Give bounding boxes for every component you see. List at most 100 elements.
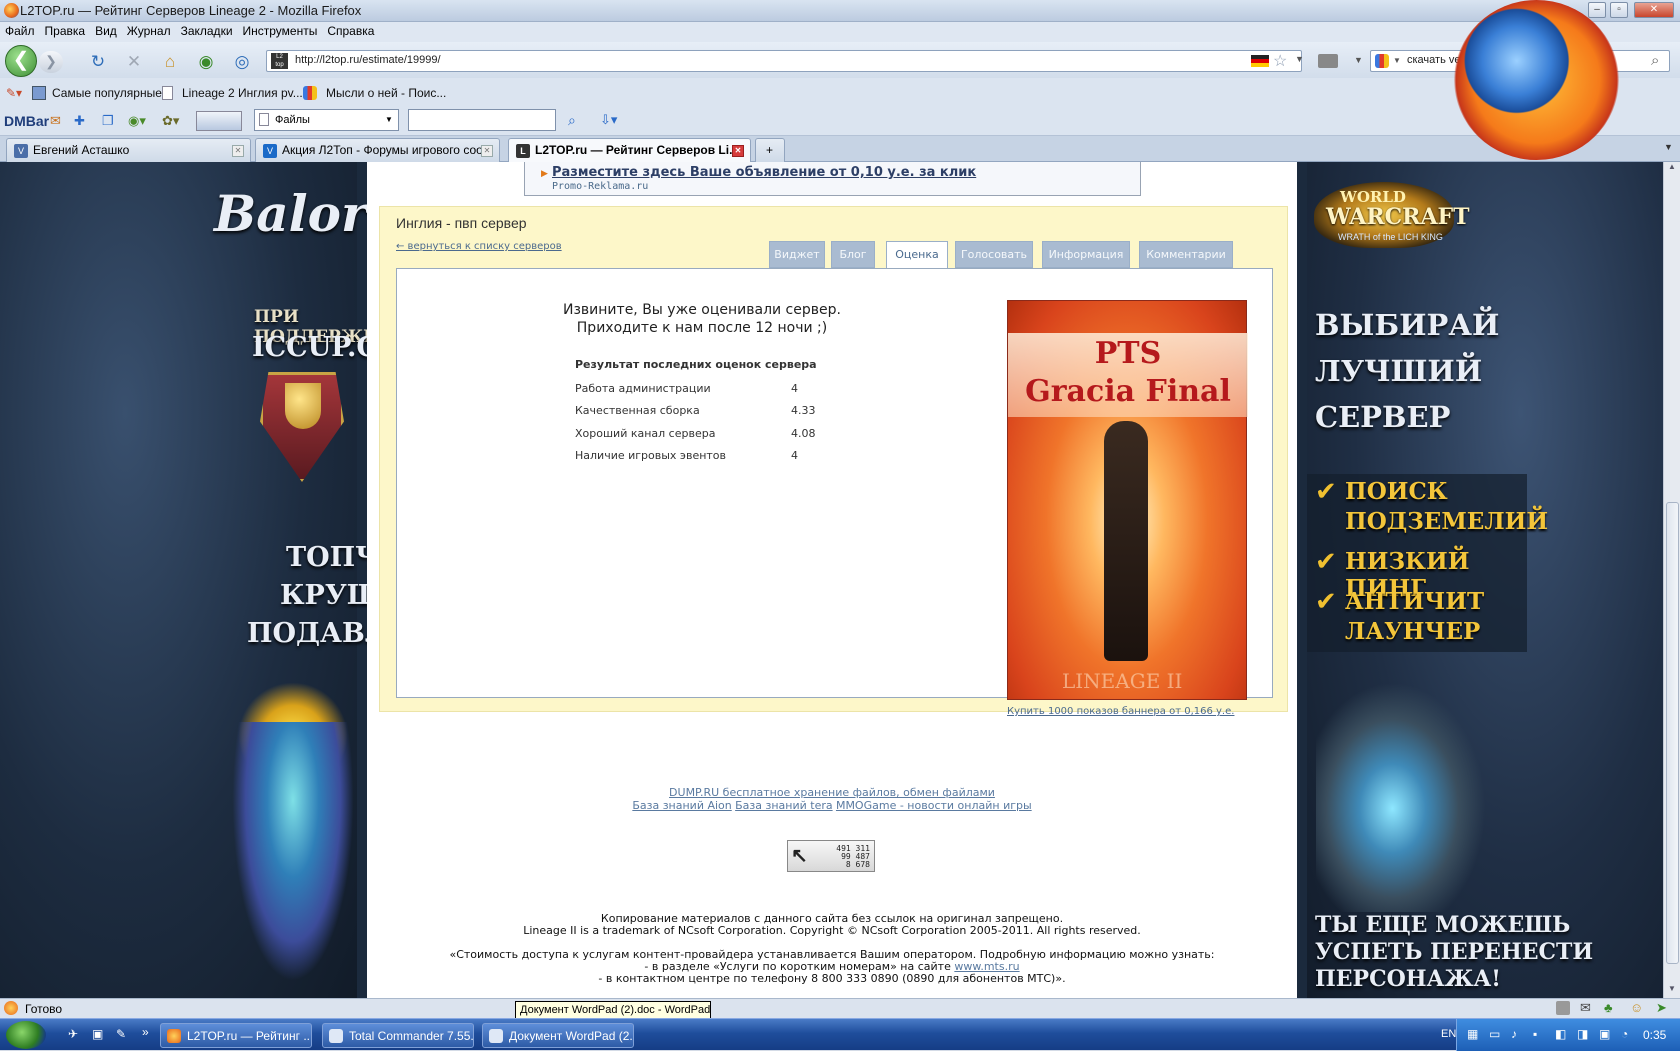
tera-link[interactable]: База знаний tera [735,799,833,812]
tray-icon-4[interactable]: ▪ [1533,1027,1537,1041]
smile-icon[interactable]: ☺ [1630,1000,1643,1015]
close-tab-icon[interactable]: ✕ [732,145,744,157]
menu-tools[interactable]: Инструменты [238,22,323,38]
text-ad[interactable]: ▶ Разместите здесь Ваше объявление от 0,… [524,162,1141,196]
google-icon[interactable] [1375,54,1389,68]
cursor-icon[interactable]: ➤ [1656,1000,1667,1016]
new-tab-button[interactable]: + [755,138,785,162]
addon-status-icon[interactable]: ♣ [1604,1000,1613,1015]
camera-dropdown-icon[interactable]: ▼ [1354,55,1363,65]
bookmark-lineage[interactable]: Lineage 2 Инглия pv... [182,86,303,100]
quicklaunch-icon-2[interactable]: ▣ [92,1027,103,1041]
menu-edit[interactable]: Правка [40,22,91,38]
task-total-commander[interactable]: Total Commander 7.55... [322,1023,474,1048]
dmbar-tool3-icon[interactable]: ❐ [102,113,114,129]
tray-icon-5[interactable]: ◧ [1555,1027,1566,1041]
clock[interactable]: 0:35 [1643,1028,1666,1042]
camera-icon[interactable] [1318,54,1338,68]
tray-icon-monitor[interactable]: ▭ [1489,1027,1500,1041]
scrollbar-thumb[interactable] [1666,502,1679,964]
mmogame-link[interactable]: MMOGame - новости онлайн игры [836,799,1032,812]
menu-bookmarks[interactable]: Закладки [176,22,238,38]
scroll-down-icon[interactable]: ▼ [1668,984,1676,993]
scroll-up-icon[interactable]: ▲ [1668,162,1676,171]
dmbar-category-select[interactable]: Файлы ▼ [254,109,399,131]
dmbar-search-icon[interactable]: ⌕ [568,112,576,129]
ad-source[interactable]: Promo-Reklama.ru [552,181,648,192]
left-ad-banner[interactable]: Balor ПРИ ПОДДЕРЖКЕ ICCUP.COM ТОПЧИ! КРУ… [0,162,450,998]
tab-rating[interactable]: Оценка [886,241,948,269]
task-firefox[interactable]: L2TOP.ru — Рейтинг ... [160,1023,312,1048]
bookmark-tool-icon[interactable]: ✎▾ [6,86,22,100]
tab-forum[interactable]: V Акция Л2Топ - Форумы игрового соо... ✕ [255,138,500,162]
star-icon[interactable]: ☆ [1273,51,1287,71]
tray-icon-7[interactable]: ▣ [1599,1027,1610,1041]
language-indicator[interactable]: EN [1441,1028,1456,1040]
adblock-icon[interactable] [1556,1001,1570,1015]
message-line-1: Извините, Вы уже оценивали сервер. [563,302,841,318]
maximize-button[interactable]: ▫ [1610,2,1628,18]
menu-help[interactable]: Справка [322,22,379,38]
tab-comments[interactable]: Комментарии [1139,241,1233,268]
dmbar-tool4-icon[interactable]: ◉▾ [128,113,146,129]
vertical-scrollbar[interactable]: ▲ ▼ [1663,162,1680,998]
bookmark-most-visited[interactable]: Самые популярные [52,86,162,100]
start-button[interactable] [6,1021,46,1049]
dmbar-tool6-button[interactable] [196,111,242,131]
minimize-button[interactable]: – [1588,2,1606,18]
forward-button[interactable]: ❯ [39,51,63,73]
status-text: Готово [25,1002,63,1016]
menu-file[interactable]: Файл [0,22,40,38]
banner-headline: PTS Gracia Final [1008,333,1248,417]
pts-gracia-banner[interactable]: PTS Gracia Final LINEAGE II [1007,300,1248,700]
tab-list-icon[interactable]: ▼ [1664,142,1673,152]
buy-banner-link[interactable]: Купить 1000 показов баннера от 0,166 у.е… [1007,706,1234,717]
menu-view[interactable]: Вид [90,22,122,38]
tray-icon-network[interactable]: ▦ [1467,1027,1478,1041]
home-icon[interactable]: ⌂ [160,52,180,72]
tab-blog[interactable]: Блог [831,241,875,268]
tab-l2top[interactable]: L L2TOP.ru — Рейтинг Серверов Li... ✕ [508,138,751,163]
page-icon [162,86,173,100]
ad-link[interactable]: Разместите здесь Ваше объявление от 0,10… [552,165,976,180]
dmbar-tool5-icon[interactable]: ✿▾ [162,113,179,129]
swirl-icon[interactable]: ◎ [232,52,252,72]
quicklaunch-icon-1[interactable]: ✈ [68,1027,78,1041]
url-bar[interactable]: L2 top http://l2top.ru/estimate/19999/ ☆ … [266,50,1304,72]
menu-bar: Файл Правка Вид Журнал Закладки Инструменты Сп… [0,22,1680,42]
url-dropdown-icon[interactable]: ▼ [1295,54,1304,64]
bookmark-thoughts[interactable]: Мысли о ней - Поис... [326,86,446,100]
tab-widget[interactable]: Виджет [769,241,825,268]
tab-info[interactable]: Информация [1042,241,1130,268]
dmbar-tool1-icon[interactable]: ✉ [50,113,61,129]
addon-icon[interactable]: ◉ [196,52,216,72]
close-tab-icon[interactable]: ✕ [232,145,244,157]
tray-icon-8[interactable]: ◔ [1621,1027,1628,1041]
reload-icon[interactable]: ↻ [88,52,108,72]
quicklaunch-icon-3[interactable]: ✎ [116,1027,126,1041]
back-button[interactable]: ❮ [5,45,37,77]
stop-icon[interactable]: ✕ [124,52,144,72]
legal-line-3: - в контактном центре по телефону 8 800 … [598,972,1066,985]
tab-vote[interactable]: Голосовать [955,241,1033,268]
mail-icon[interactable]: ✉ [1580,1000,1591,1016]
aion-link[interactable]: База знаний Aion [632,799,731,812]
headline-3: СЕРВЕР [1315,400,1451,434]
volume-icon[interactable]: ♪ [1511,1027,1517,1041]
back-to-list-link[interactable]: ← вернуться к списку серверов [396,241,562,252]
task-wordpad[interactable]: Документ WordPad (2... [482,1023,634,1048]
search-icon[interactable]: ⌕ [1651,52,1659,69]
menu-history[interactable]: Журнал [122,22,176,38]
tray-icon-6[interactable]: ◨ [1577,1027,1588,1041]
quicklaunch-more-icon[interactable]: » [142,1025,149,1039]
dmbar-download-icon[interactable]: ⇩▾ [600,112,617,128]
dmbar-search-input[interactable] [408,109,556,131]
search-engine-dropdown-icon[interactable]: ▼ [1393,56,1401,65]
dmbar-logo[interactable]: DMBar [4,113,49,129]
dmbar-tool2-icon[interactable]: ✚ [74,113,85,129]
tab-astashko[interactable]: V Евгений Асташко ✕ [6,138,251,162]
close-window-button[interactable]: ✕ [1634,2,1674,18]
visit-counter[interactable]: ↖ 491 311 99 487 8 678 [787,840,875,872]
close-tab-icon[interactable]: ✕ [481,145,493,157]
right-ad-banner[interactable]: WORLD WARCRAFT WRATH of the LICH KING ВЫ… [1307,162,1663,998]
